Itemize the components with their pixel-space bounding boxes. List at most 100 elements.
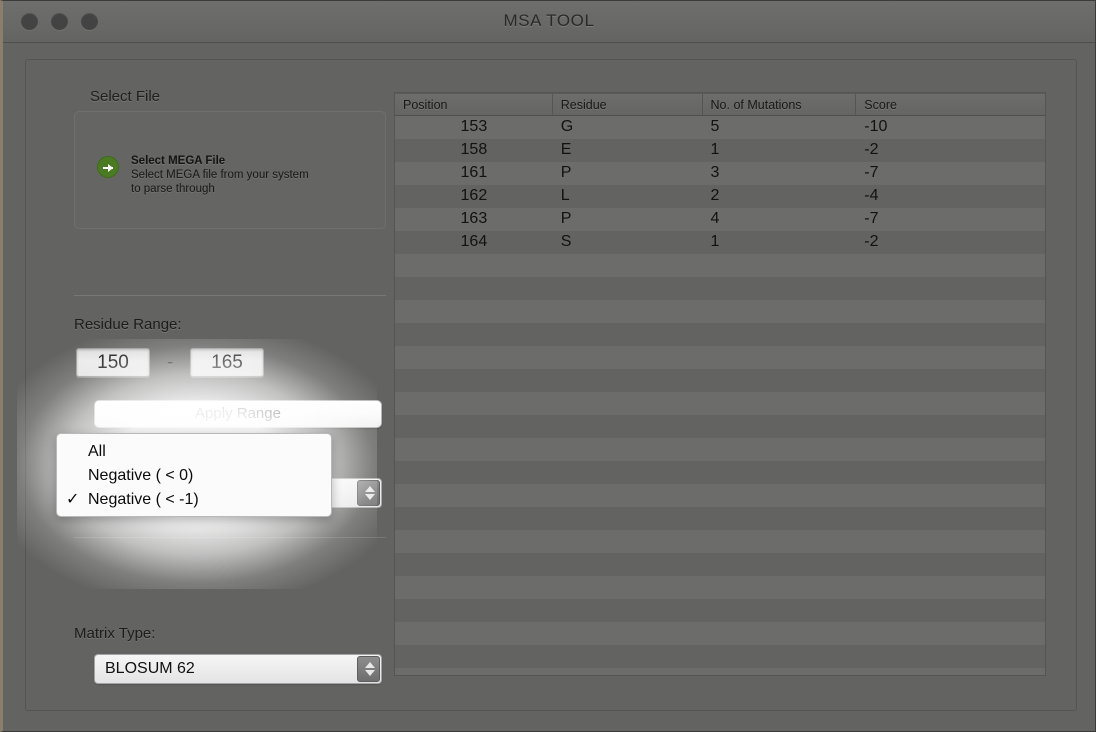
table-row[interactable]: 153 G 5 -10 bbox=[395, 116, 1045, 139]
table-row[interactable] bbox=[395, 484, 1045, 507]
cell-mutations: 4 bbox=[710, 210, 720, 227]
cell-position bbox=[395, 530, 553, 553]
cell-mutations bbox=[703, 530, 857, 553]
table-row[interactable] bbox=[395, 461, 1045, 484]
cell-residue bbox=[553, 300, 703, 323]
cell-residue bbox=[553, 415, 703, 438]
matrix-type-select[interactable]: BLOSUM 62 bbox=[94, 654, 382, 684]
cell-mutations bbox=[703, 392, 857, 415]
apply-range-button[interactable]: Apply Range bbox=[94, 400, 382, 428]
cell-score bbox=[856, 300, 1045, 323]
cell-residue bbox=[553, 668, 703, 675]
table-row[interactable] bbox=[395, 438, 1045, 461]
checkmark-icon: ✓ bbox=[66, 491, 80, 508]
cell-residue: G bbox=[560, 118, 574, 135]
table-row[interactable] bbox=[395, 622, 1045, 645]
table-row[interactable] bbox=[395, 323, 1045, 346]
cell-residue: P bbox=[560, 210, 572, 227]
cell-residue bbox=[553, 576, 703, 599]
sidebar-controls: Select File Select MEGA File Select MEGA… bbox=[74, 88, 386, 229]
cell-score bbox=[856, 438, 1045, 461]
up-down-stepper-icon[interactable] bbox=[357, 656, 380, 682]
column-header-position[interactable]: Position bbox=[395, 94, 553, 115]
residue-range-start-input[interactable]: 150 bbox=[76, 348, 150, 377]
table-row[interactable] bbox=[395, 254, 1045, 277]
cell-position bbox=[395, 392, 553, 415]
cell-mutations bbox=[703, 576, 857, 599]
residue-range-label: Residue Range: bbox=[74, 316, 182, 333]
cell-position bbox=[395, 507, 553, 530]
select-mega-file-title: Select MEGA File bbox=[131, 155, 226, 167]
score-threshold-popup-menu[interactable]: All Negative ( < 0) ✓ Negative ( < -1) bbox=[56, 433, 332, 517]
cell-score bbox=[856, 507, 1045, 530]
select-mega-file-description: Select MEGA file from your system to par… bbox=[131, 169, 309, 196]
cell-residue bbox=[553, 599, 703, 622]
table-row[interactable] bbox=[395, 392, 1045, 415]
cell-position: 161 bbox=[460, 164, 488, 181]
table-row[interactable]: 162 L 2 -4 bbox=[395, 185, 1045, 208]
divider-bottom bbox=[74, 537, 386, 538]
cell-position bbox=[395, 438, 553, 461]
table-row[interactable] bbox=[395, 415, 1045, 438]
app-window: MSA TOOL Select File Select MEGA File Se… bbox=[0, 0, 1096, 732]
up-down-stepper-icon[interactable] bbox=[357, 480, 380, 506]
cell-mutations bbox=[703, 668, 857, 675]
cell-score: -7 bbox=[864, 210, 879, 227]
cell-score bbox=[856, 346, 1045, 369]
table-row[interactable]: 163 P 4 -7 bbox=[395, 208, 1045, 231]
table-row[interactable] bbox=[395, 507, 1045, 530]
cell-score: -4 bbox=[864, 187, 879, 204]
cell-position: 162 bbox=[460, 187, 488, 204]
cell-score bbox=[856, 668, 1045, 675]
cell-mutations bbox=[703, 369, 857, 392]
mutation-table: Position Residue No. of Mutations Score … bbox=[394, 92, 1046, 676]
select-file-text: Select MEGA File Select MEGA file from y… bbox=[131, 154, 311, 196]
table-row[interactable]: 161 P 3 -7 bbox=[395, 162, 1045, 185]
cell-score bbox=[856, 415, 1045, 438]
table-row[interactable] bbox=[395, 553, 1045, 576]
cell-position bbox=[395, 668, 553, 675]
table-row[interactable] bbox=[395, 530, 1045, 553]
cell-position bbox=[395, 300, 553, 323]
select-file-groupbox[interactable]: Select MEGA File Select MEGA file from y… bbox=[74, 111, 386, 229]
cell-residue: E bbox=[560, 141, 572, 158]
column-header-score[interactable]: Score bbox=[856, 94, 1045, 115]
cell-position bbox=[395, 645, 553, 668]
cell-score bbox=[856, 461, 1045, 484]
table-row[interactable] bbox=[395, 576, 1045, 599]
select-mega-file-action[interactable]: Select MEGA File Select MEGA file from y… bbox=[97, 154, 311, 196]
residue-range-end-input[interactable]: 165 bbox=[190, 348, 264, 377]
cell-mutations bbox=[703, 254, 857, 277]
cell-score: -2 bbox=[864, 233, 879, 250]
menu-item-1[interactable]: Negative ( < 0) bbox=[57, 464, 331, 488]
cell-score bbox=[856, 484, 1045, 507]
cell-residue bbox=[553, 346, 703, 369]
cell-residue bbox=[553, 622, 703, 645]
table-row[interactable] bbox=[395, 300, 1045, 323]
cell-score: -7 bbox=[864, 164, 879, 181]
matrix-type-value: BLOSUM 62 bbox=[105, 660, 195, 677]
menu-item-0[interactable]: All bbox=[57, 440, 331, 464]
cell-score: -2 bbox=[864, 141, 879, 158]
table-row[interactable]: 164 S 1 -2 bbox=[395, 231, 1045, 254]
table-row[interactable]: 158 E 1 -2 bbox=[395, 139, 1045, 162]
cell-residue bbox=[553, 438, 703, 461]
cell-mutations: 2 bbox=[710, 187, 720, 204]
table-row[interactable] bbox=[395, 668, 1045, 675]
cell-residue bbox=[553, 530, 703, 553]
cell-mutations bbox=[703, 277, 857, 300]
table-row[interactable] bbox=[395, 346, 1045, 369]
table-row[interactable] bbox=[395, 645, 1045, 668]
cell-mutations bbox=[703, 484, 857, 507]
table-row[interactable] bbox=[395, 369, 1045, 392]
table-row[interactable] bbox=[395, 277, 1045, 300]
column-header-mutations[interactable]: No. of Mutations bbox=[703, 94, 857, 115]
column-header-residue[interactable]: Residue bbox=[553, 94, 703, 115]
cell-position bbox=[395, 323, 553, 346]
menu-item-2[interactable]: ✓ Negative ( < -1) bbox=[57, 488, 331, 512]
cell-position bbox=[395, 576, 553, 599]
cell-residue: S bbox=[560, 233, 572, 250]
table-row[interactable] bbox=[395, 599, 1045, 622]
title-bar: MSA TOOL bbox=[3, 1, 1095, 43]
cell-mutations bbox=[703, 622, 857, 645]
